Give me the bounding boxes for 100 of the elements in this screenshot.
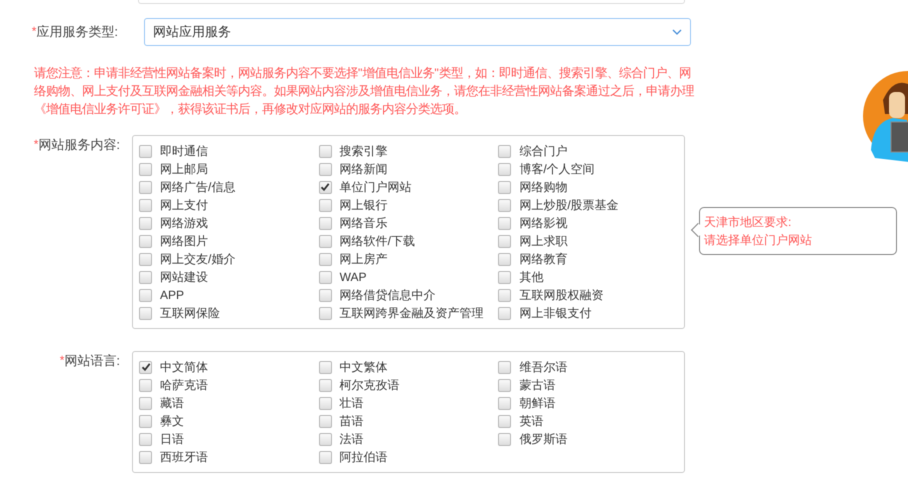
- checkbox-label[interactable]: 其他: [519, 268, 544, 286]
- checkbox[interactable]: [318, 216, 332, 230]
- checkbox-label[interactable]: 网站建设: [160, 268, 208, 286]
- checkbox[interactable]: [498, 162, 512, 176]
- checkbox[interactable]: [498, 360, 512, 374]
- checkbox[interactable]: [139, 396, 152, 410]
- checkbox-label[interactable]: 中文繁体: [340, 358, 388, 376]
- checkbox-label[interactable]: 网络图片: [160, 232, 208, 250]
- checkbox-label[interactable]: 阿拉伯语: [340, 448, 388, 466]
- checkbox[interactable]: [498, 396, 512, 410]
- checkbox[interactable]: [139, 432, 152, 446]
- checkbox-label[interactable]: 网上邮局: [160, 160, 208, 178]
- checkbox[interactable]: [139, 288, 152, 302]
- checkbox[interactable]: [139, 306, 152, 320]
- checkbox[interactable]: [318, 198, 332, 212]
- checkbox[interactable]: [318, 396, 332, 410]
- checkbox[interactable]: [318, 252, 332, 266]
- checkbox[interactable]: [139, 414, 152, 428]
- checkbox[interactable]: [318, 432, 332, 446]
- checkbox-label[interactable]: 网络教育: [519, 250, 568, 268]
- checkbox-label[interactable]: WAP: [340, 268, 367, 286]
- checkbox-label[interactable]: 博客/个人空间: [519, 160, 595, 178]
- notice-text: 请您注意：申请非经营性网站备案时，网站服务内容不要选择"增值电信业务"类型，如：即时通信、搜索引擎、综合门户、网络购物、网上支付及互联网金融相关等内容。如果网站内容涉及增值电信业务，请您在非经营性网站备案通过之后，申请办理《增值电信业务许可证》，获得该证书后，再修改对应网站的服务内容分类选项。: [34, 65, 695, 118]
- checkbox-label[interactable]: 网上求职: [519, 232, 568, 250]
- checkbox-label[interactable]: 网上非银支付: [519, 304, 592, 322]
- checkbox[interactable]: [498, 252, 512, 266]
- checkbox-label[interactable]: 网上支付: [160, 196, 208, 214]
- required-mark: *: [32, 23, 36, 40]
- checkbox-label[interactable]: 互联网股权融资: [519, 286, 604, 304]
- checkbox[interactable]: [139, 198, 152, 212]
- checkbox[interactable]: [139, 450, 152, 464]
- checkbox-label[interactable]: 网络广告/信息: [160, 178, 236, 196]
- checkbox-label[interactable]: 俄罗斯语: [519, 430, 568, 448]
- checkbox[interactable]: [498, 216, 512, 230]
- checkbox-label[interactable]: 法语: [340, 430, 364, 448]
- checkbox-label[interactable]: 网络游戏: [160, 214, 208, 232]
- checkbox-label[interactable]: 苗语: [340, 412, 364, 430]
- checkbox-label[interactable]: 网络影视: [519, 214, 568, 232]
- checkbox-label[interactable]: 中文简体: [160, 358, 208, 376]
- checkbox-label[interactable]: 即时通信: [160, 142, 208, 160]
- tooltip-text: 请选择单位门户网站: [704, 232, 813, 249]
- checkbox-label[interactable]: 哈萨克语: [160, 376, 208, 394]
- checkbox-label[interactable]: 搜索引擎: [340, 142, 388, 160]
- checkbox-label[interactable]: 网上炒股/股票基金: [519, 196, 619, 214]
- checkbox-label[interactable]: APP: [160, 286, 184, 304]
- checkbox[interactable]: [498, 414, 512, 428]
- checkbox-label[interactable]: 柯尔克孜语: [340, 376, 400, 394]
- checkbox[interactable]: [139, 360, 152, 374]
- checkmark-icon: [140, 362, 150, 372]
- checkbox[interactable]: [318, 450, 332, 464]
- checkbox-label[interactable]: 西班牙语: [160, 448, 208, 466]
- checkbox-label[interactable]: 互联网保险: [160, 304, 220, 322]
- checkbox[interactable]: [139, 378, 152, 392]
- checkbox-label[interactable]: 网上交友/婚介: [160, 250, 236, 268]
- checkbox[interactable]: [318, 270, 332, 284]
- checkbox-label[interactable]: 网上房产: [340, 250, 388, 268]
- checkbox[interactable]: [318, 162, 332, 176]
- checkbox[interactable]: [318, 360, 332, 374]
- checkbox-label[interactable]: 朝鲜语: [519, 394, 556, 412]
- checkbox-label[interactable]: 藏语: [160, 394, 184, 412]
- checkbox[interactable]: [139, 180, 152, 194]
- checkbox[interactable]: [139, 216, 152, 230]
- service-type-select[interactable]: 网站应用服务: [144, 18, 691, 46]
- checkbox[interactable]: [498, 180, 512, 194]
- checkbox-label[interactable]: 网络购物: [519, 178, 568, 196]
- checkbox[interactable]: [318, 306, 332, 320]
- checkbox-label[interactable]: 互联网跨界金融及资产管理: [340, 304, 484, 322]
- checkbox-label[interactable]: 蒙古语: [519, 376, 556, 394]
- checkbox[interactable]: [318, 144, 332, 158]
- checkbox[interactable]: [498, 432, 512, 446]
- checkbox[interactable]: [139, 144, 152, 158]
- checkbox-label[interactable]: 日语: [160, 430, 184, 448]
- checkbox-label[interactable]: 综合门户: [519, 142, 568, 160]
- checkbox[interactable]: [318, 180, 332, 194]
- checkbox[interactable]: [318, 234, 332, 248]
- checkbox[interactable]: [318, 414, 332, 428]
- checkbox[interactable]: [139, 162, 152, 176]
- checkbox[interactable]: [498, 198, 512, 212]
- checkbox-label[interactable]: 网上银行: [340, 196, 388, 214]
- checkbox[interactable]: [139, 234, 152, 248]
- checkbox[interactable]: [498, 270, 512, 284]
- checkbox-label[interactable]: 网络借贷信息中介: [340, 286, 436, 304]
- checkbox[interactable]: [498, 288, 512, 302]
- checkbox-label[interactable]: 单位门户网站: [340, 178, 412, 196]
- checkbox[interactable]: [139, 270, 152, 284]
- checkbox[interactable]: [498, 144, 512, 158]
- checkbox-label[interactable]: 网络音乐: [340, 214, 388, 232]
- checkbox[interactable]: [139, 252, 152, 266]
- checkbox[interactable]: [498, 378, 512, 392]
- checkbox[interactable]: [498, 306, 512, 320]
- field-label: 应用服务类型:: [36, 23, 118, 42]
- checkbox-label[interactable]: 网络软件/下载: [340, 232, 415, 250]
- checkbox[interactable]: [498, 234, 512, 248]
- checkbox[interactable]: [318, 378, 332, 392]
- checkbox-label[interactable]: 维吾尔语: [519, 358, 568, 376]
- checkbox-label[interactable]: 彝文: [160, 412, 184, 430]
- checkbox[interactable]: [318, 288, 332, 302]
- checkbox-label[interactable]: 英语: [519, 412, 544, 430]
- checkbox-label[interactable]: 网络新闻: [340, 160, 388, 178]
- checkbox-label[interactable]: 壮语: [340, 394, 364, 412]
